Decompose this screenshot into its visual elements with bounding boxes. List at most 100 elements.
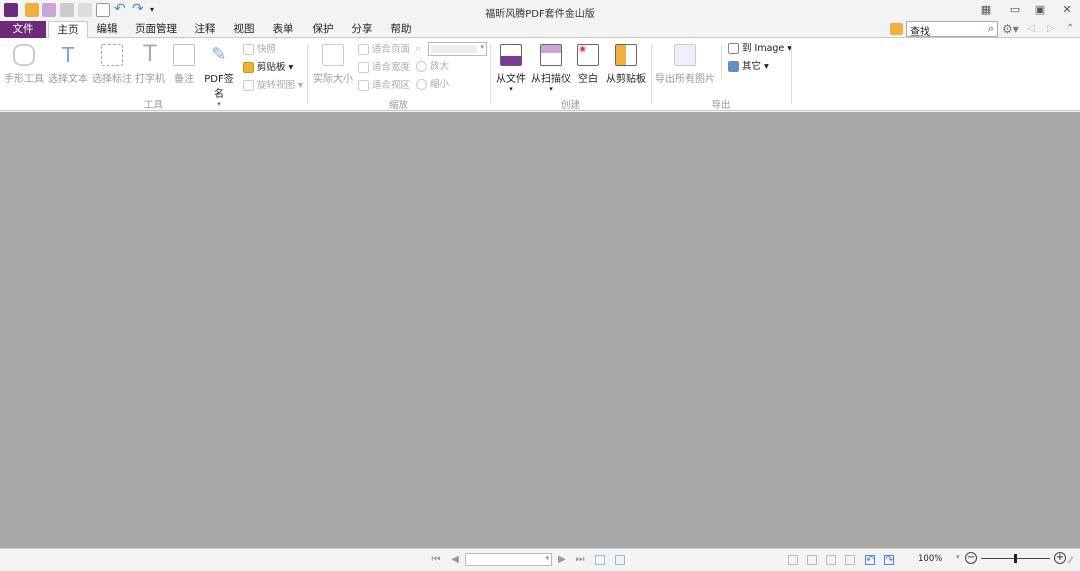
search-text: 查找 [910,27,930,38]
zoom-dropdown-icon[interactable]: ▾ [956,553,960,561]
scanner-icon [540,44,562,66]
actual-size-button[interactable]: 实际大小 [312,44,354,85]
zoom-select[interactable]: ▾ [428,42,487,56]
label: 缩小 [430,79,450,90]
divider [490,44,491,104]
label: 剪贴板 [257,62,286,73]
document-area[interactable] [0,112,1080,548]
facing-icon[interactable] [826,555,836,565]
title-bar: ↶ ↷ ▾ 福昕风腾PDF套件金山版 ▦ ▭ ▣ ✕ [0,0,1080,21]
divider [791,44,792,104]
tab-home[interactable]: 主页 [48,21,88,39]
folder-search-icon[interactable] [890,23,903,35]
single-page-icon[interactable] [788,555,798,565]
zoom-value [431,45,477,53]
search-icon[interactable]: ⌕ [988,22,994,36]
export-all-images-button[interactable]: 导出所有图片 [655,44,715,85]
clipboard-button[interactable]: 剪贴板 ▾ [243,61,293,75]
label: 旋转视图 [257,80,296,91]
next-icon[interactable]: ▷ [1047,23,1055,34]
rotate-view-button[interactable]: 旋转视图 ▾ [243,79,303,93]
group-label-zoom: 缩放 [388,100,408,111]
tab-share[interactable]: 分享 [345,21,379,38]
from-file-icon [500,44,522,66]
label: 适合视区 [372,80,411,91]
note-button[interactable]: 备注 [170,44,198,85]
rotate-left-icon[interactable]: ↶ [865,555,875,566]
tab-comment[interactable]: 注释 [188,21,222,38]
window-title: 福昕风腾PDF套件金山版 [485,9,595,20]
label: 适合宽度 [372,62,411,73]
zoom-in-icon[interactable]: + [1054,552,1066,564]
first-page-icon[interactable]: ⏮ [431,555,441,565]
zoom-search-icon: ⌕ [415,42,422,55]
blank-button[interactable]: ✷ 空白 [575,44,601,85]
snapshot-button[interactable]: 快照 [243,43,276,57]
maximize-button[interactable]: ▣ [1033,4,1047,16]
tab-form[interactable]: 表单 [266,21,300,38]
next-page-icon[interactable]: ▶ [557,555,567,565]
resize-grip-icon[interactable]: ⁄⁄ [1069,556,1072,566]
next-view-icon[interactable] [615,555,625,565]
blank-page-icon: ✷ [577,44,599,66]
zoom-percentage: 100% [918,554,943,564]
tab-file[interactable]: 文件 [0,21,46,38]
prev-page-icon[interactable]: ◀ [450,555,460,565]
typewriter-button[interactable]: T 打字机 [134,44,166,86]
chevron-down-icon: ▾ [545,554,549,562]
tab-page-management[interactable]: 页面管理 [130,21,182,38]
note-icon [173,44,195,66]
label: 适合页面 [372,44,411,55]
layout-icon[interactable]: ▦ [979,4,993,16]
tab-help[interactable]: 帮助 [384,21,418,38]
prev-view-icon[interactable] [595,555,605,565]
label: 选择文本 [48,74,88,85]
group-label-create: 创建 [560,100,580,111]
group-label-tools: 工具 [143,100,163,111]
label: 从剪贴板 [606,74,646,85]
collapse-ribbon-icon[interactable]: ⌃ [1066,23,1074,34]
label: 选择标注 [92,74,132,85]
label: 导出所有图片 [655,74,715,85]
select-text-button[interactable]: T 选择文本 [48,44,88,85]
camera-icon [243,44,254,55]
rotate-right-icon[interactable]: ↷ [884,555,894,566]
last-page-icon[interactable]: ⏭ [575,555,585,565]
other-file-icon [728,61,739,72]
zoom-out-icon [416,79,427,90]
page-number-input[interactable]: ▾ [465,553,552,566]
fit-visible-button[interactable]: 适合视区 [358,79,410,93]
search-input[interactable]: 查找 ⌕ [906,21,998,38]
select-annotation-button[interactable]: 选择标注 [92,44,132,85]
zoom-slider[interactable] [981,554,1050,563]
tab-edit[interactable]: 编辑 [90,21,124,38]
label: 快照 [257,44,277,55]
zoom-in-button[interactable]: 放大 [416,60,449,74]
fit-width-icon [358,62,369,73]
tab-protect[interactable]: 保护 [306,21,340,38]
continuous-facing-icon[interactable] [845,555,855,565]
tab-view[interactable]: 视图 [227,21,261,38]
minimize-button[interactable]: ▭ [1008,4,1022,16]
from-file-button[interactable]: 从文件 ▾ [494,44,528,93]
pen-icon: ✎ [211,44,227,65]
to-image-button[interactable]: 到 Image ▾ [728,42,792,56]
zoom-out-button[interactable]: 缩小 [416,78,449,92]
label: 打字机 [135,74,165,85]
continuous-icon[interactable] [807,555,817,565]
fit-page-button[interactable]: 适合页面 [358,43,410,57]
from-clipboard-button[interactable]: 从剪贴板 [605,44,647,85]
clipboard-icon [243,62,254,73]
other-export-button[interactable]: 其它 ▾ [728,60,769,74]
close-button[interactable]: ✕ [1060,4,1074,16]
label: 备注 [174,74,194,85]
hand-tool-button[interactable]: 手形工具 [4,44,44,85]
fit-width-button[interactable]: 适合宽度 [358,61,410,75]
label: 从扫描仪 [531,74,571,85]
from-scanner-button[interactable]: 从扫描仪 ▾ [531,44,571,93]
zoom-slider-thumb[interactable] [1014,554,1017,563]
prev-icon[interactable]: ◁ [1027,23,1035,34]
zoom-out-icon[interactable]: − [965,552,977,564]
gear-icon[interactable]: ⚙▾ [1002,22,1019,36]
rotate-icon [243,80,254,91]
